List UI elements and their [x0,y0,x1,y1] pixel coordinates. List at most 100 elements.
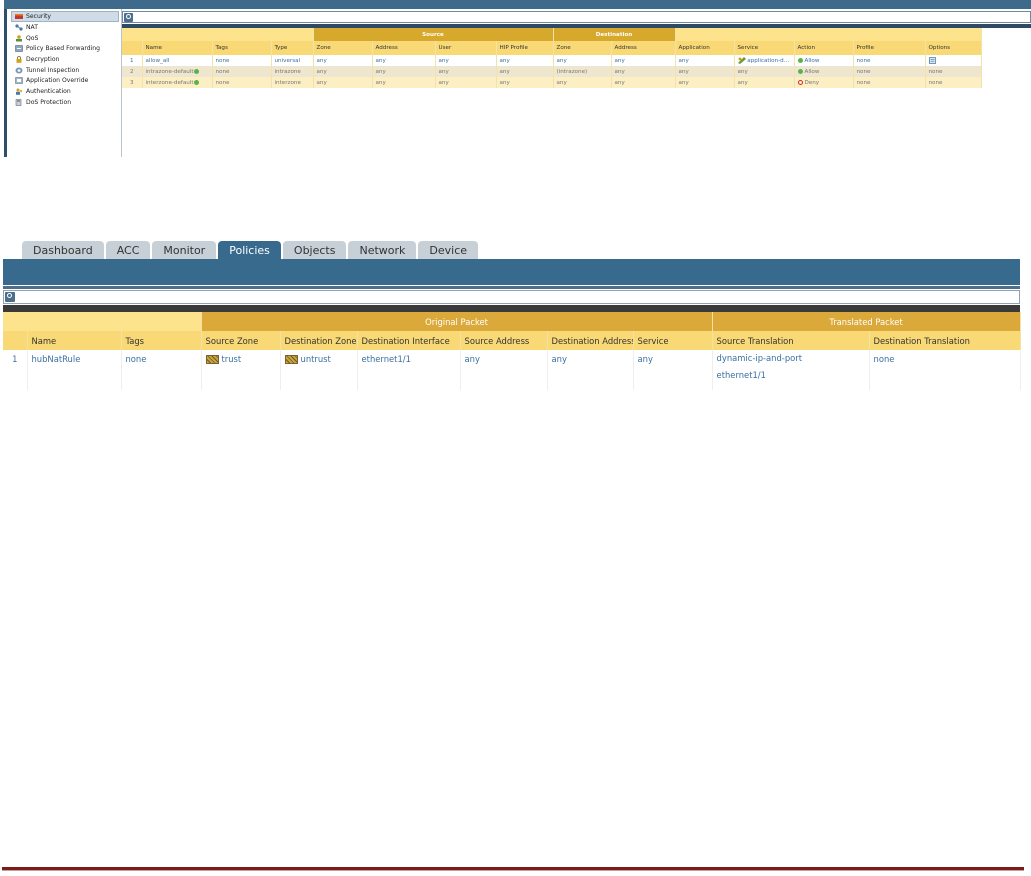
rule-source-address[interactable]: any [372,55,436,66]
rule-source-address[interactable]: any [460,350,548,390]
rule-destination-interface[interactable]: ethernet1/1 [357,350,461,390]
rule-action[interactable]: Allow [805,69,820,75]
col-header-service[interactable]: Service [734,41,795,55]
rule-hip-profile[interactable]: any [496,55,554,66]
tab-network[interactable]: Network [348,241,417,259]
rule-options: none [925,77,982,88]
rule-destination-zone[interactable]: any [553,55,612,66]
rule-name[interactable]: hubNatRule [27,350,122,390]
rule-tags: none [212,77,272,88]
col-header-tags[interactable]: Tags [212,41,272,55]
sidebar-item-decryption[interactable]: Decryption [7,54,121,65]
rule-source-zone-cell[interactable]: trust [201,350,281,390]
col-header-tags[interactable]: Tags [121,331,202,350]
search-icon[interactable] [5,292,15,302]
rule-action[interactable]: Deny [805,80,820,86]
col-header-options[interactable]: Options [925,41,982,55]
rule-source-zone[interactable]: trust [222,354,242,364]
tab-objects[interactable]: Objects [282,241,347,259]
table-row[interactable]: 3 interzone-default none interzone any a… [122,77,982,88]
col-header-source-address[interactable]: Address [372,41,436,55]
sidebar-item-pbf[interactable]: Policy Based Forwarding [7,43,121,54]
rule-action-cell[interactable]: Deny [794,77,854,88]
rule-destination-zone[interactable]: untrust [301,354,331,364]
rule-action-cell[interactable]: Allow [794,66,854,77]
sidebar-item-label: Authentication [26,87,71,95]
search-input[interactable] [3,290,1020,304]
sidebar-item-label: DoS Protection [26,98,72,106]
col-header-user[interactable]: User [435,41,497,55]
rule-destination-translation[interactable]: none [869,350,1021,390]
sidebar-item-dos-protection[interactable]: DoS Protection [7,97,121,108]
nat-rules-table: Original Packet Translated Packet Name T… [3,312,1021,390]
rule-service-cell[interactable]: application-d... [734,55,795,66]
rule-destination-address[interactable]: any [611,55,676,66]
rule-options-cell[interactable] [925,55,982,66]
rule-application[interactable]: any [675,55,735,66]
sidebar-item-nat[interactable]: NAT [7,22,121,33]
sidebar-item-security[interactable]: Security [11,11,119,22]
rule-action-cell[interactable]: Allow [794,55,854,66]
col-header-destination-address[interactable]: Destination Address [547,331,634,350]
tab-acc[interactable]: ACC [105,241,151,259]
col-header-service[interactable]: Service [633,331,713,350]
col-header-source-translation[interactable]: Source Translation [712,331,870,350]
col-header-destination-address[interactable]: Address [611,41,676,55]
rule-name[interactable]: allow_all [142,55,213,66]
tab-dashboard[interactable]: Dashboard [22,241,104,259]
source-translation-type[interactable]: dynamic-ip-and-port [717,350,865,367]
source-translation-interface[interactable]: ethernet1/1 [717,367,865,384]
sidebar-item-authentication[interactable]: Authentication [7,86,121,97]
col-header-destination-translation[interactable]: Destination Translation [869,331,1021,350]
rule-tags[interactable]: none [121,350,202,390]
col-header-destination-zone[interactable]: Destination Zone [280,331,358,350]
zone-icon [205,355,219,364]
rule-name[interactable]: intrazone-default [146,69,194,75]
col-header-hip-profile[interactable]: HIP Profile [496,41,554,55]
sidebar-item-qos[interactable]: QoS [7,33,121,44]
rule-profile[interactable]: none [853,55,926,66]
col-header-destination-zone[interactable]: Zone [553,41,612,55]
search-icon[interactable] [124,13,133,22]
rule-name-cell[interactable]: interzone-default [142,77,213,88]
col-header-profile[interactable]: Profile [853,41,926,55]
col-header-source-zone[interactable]: Zone [313,41,373,55]
col-header-source-zone[interactable]: Source Zone [201,331,281,350]
col-header-type[interactable]: Type [271,41,314,55]
rule-source-translation-cell[interactable]: dynamic-ip-and-port ethernet1/1 [712,350,870,390]
search-input[interactable] [122,11,1031,23]
security-icon [15,14,23,19]
col-header-application[interactable]: Application [675,41,735,55]
tab-monitor[interactable]: Monitor [152,241,217,259]
tab-device[interactable]: Device [418,241,479,259]
col-header-destination-interface[interactable]: Destination Interface [357,331,461,350]
sidebar-item-application-override[interactable]: Application Override [7,75,121,86]
rule-action[interactable]: Allow [805,58,820,64]
sidebar-item-tunnel-inspection[interactable]: Tunnel Inspection [7,65,121,76]
table-row[interactable]: 2 intrazone-default none intrazone any a… [122,66,982,77]
col-header-name[interactable]: Name [142,41,213,55]
table-group-header: Source Destination [122,28,982,41]
rule-destination-address[interactable]: any [547,350,634,390]
rule-destination-zone: (intrazone) [553,66,612,77]
col-header-source-address[interactable]: Source Address [460,331,548,350]
rule-service[interactable]: any [633,350,713,390]
table-row[interactable]: 1 hubNatRule none trust untrust ethernet… [3,350,1021,390]
rule-type: interzone [271,77,314,88]
group-source: Source [313,28,554,41]
toolbar-divider [3,305,1020,312]
rule-name-cell[interactable]: intrazone-default [142,66,213,77]
rule-tags[interactable]: none [212,55,272,66]
group-translated-packet: Translated Packet [712,312,1021,331]
rule-destination-zone-cell[interactable]: untrust [280,350,358,390]
col-header-name[interactable]: Name [27,331,122,350]
log-forwarding-icon[interactable] [928,57,936,64]
table-row[interactable]: 1 allow_all none universal any any any a… [122,55,982,66]
rule-user[interactable]: any [435,55,497,66]
rule-name[interactable]: interzone-default [146,80,194,86]
tab-policies[interactable]: Policies [218,241,281,259]
col-header-action[interactable]: Action [794,41,854,55]
rule-source-zone[interactable]: any [313,55,373,66]
group-destination: Destination [553,28,676,41]
rule-service[interactable]: application-d... [747,58,789,64]
